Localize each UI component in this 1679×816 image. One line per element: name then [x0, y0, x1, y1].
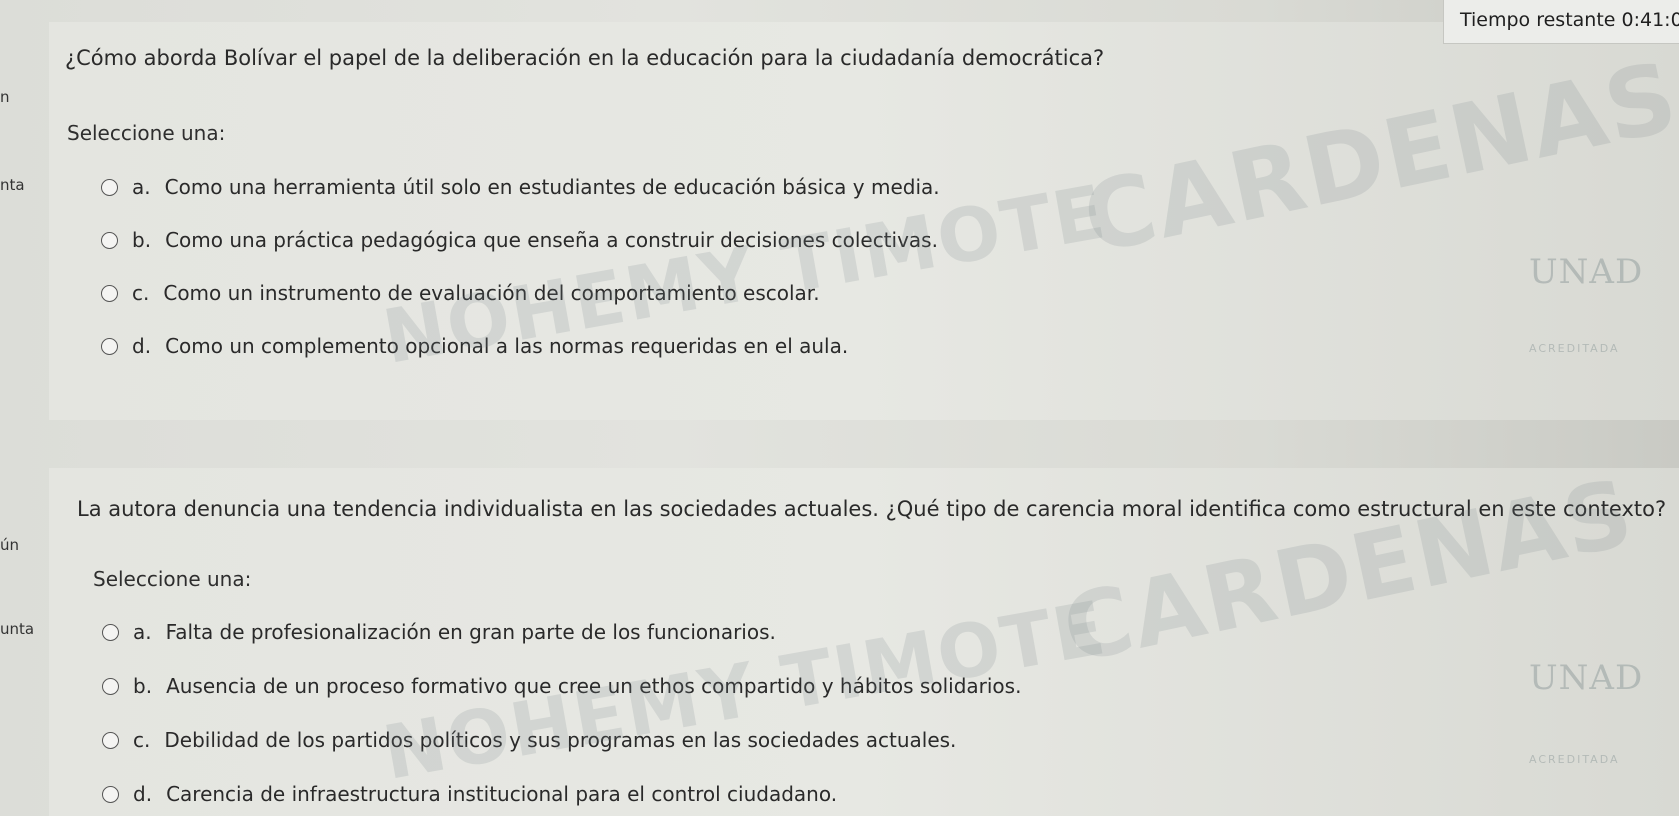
question-card-2: La autora denuncia una tendencia individ… [49, 468, 1679, 816]
option-d[interactable]: d. Como un complemento opcional a las no… [101, 334, 848, 358]
option-text: Debilidad de los partidos políticos y su… [164, 728, 957, 752]
option-letter: a. [133, 620, 152, 644]
option-letter: c. [132, 281, 150, 305]
option-text: Como un complemento opcional a las norma… [165, 334, 849, 358]
unad-logo: UNAD ACREDITADA [1529, 252, 1643, 355]
option-letter: b. [133, 674, 153, 698]
option-text: Ausencia de un proceso formativo que cre… [166, 674, 1022, 698]
question-card-1: ¿Cómo aborda Bolívar el papel de la deli… [49, 22, 1679, 420]
option-c[interactable]: c. Debilidad de los partidos políticos y… [102, 728, 956, 752]
radio-button[interactable] [101, 337, 118, 355]
option-text: Como una práctica pedagógica que enseña … [165, 228, 938, 252]
sidebar-fragment: ún [0, 536, 20, 554]
unad-logo-text: UNAD [1529, 252, 1644, 292]
question-text: La autora denuncia una tendencia individ… [77, 497, 1667, 521]
option-letter: c. [133, 728, 151, 752]
option-c[interactable]: c. Como un instrumento de evaluación del… [101, 281, 820, 305]
option-letter: b. [132, 228, 152, 252]
time-remaining: Tiempo restante 0:41:0 [1443, 0, 1679, 44]
radio-button[interactable] [101, 284, 118, 302]
option-b[interactable]: b. Como una práctica pedagógica que ense… [101, 228, 938, 252]
option-letter: a. [132, 175, 151, 199]
radio-button[interactable] [101, 231, 118, 249]
watermark-cardenas: CARDENAS [1073, 40, 1679, 276]
option-a[interactable]: a. Falta de profesionalización en gran p… [102, 620, 776, 644]
option-text: Falta de profesionalización en gran part… [165, 620, 776, 644]
sidebar-fragment: nta [0, 176, 25, 194]
quiz-page: n nta ún unta ¿Cómo aborda Bolívar el pa… [0, 0, 1679, 816]
option-letter: d. [132, 334, 152, 358]
select-one-label: Seleccione una: [67, 121, 226, 145]
select-one-label: Seleccione una: [93, 567, 252, 591]
radio-button[interactable] [102, 677, 119, 695]
option-text: Como una herramienta útil solo en estudi… [164, 175, 940, 199]
unad-accredited-text: ACREDITADA [1529, 753, 1620, 766]
option-text: Como un instrumento de evaluación del co… [163, 281, 820, 305]
option-d[interactable]: d. Carencia de infraestructura instituci… [102, 782, 837, 806]
option-text: Carencia de infraestructura instituciona… [166, 782, 838, 806]
radio-button[interactable] [101, 178, 118, 196]
option-letter: d. [133, 782, 153, 806]
question-text: ¿Cómo aborda Bolívar el papel de la deli… [65, 46, 1105, 70]
option-a[interactable]: a. Como una herramienta útil solo en est… [101, 175, 940, 199]
radio-button[interactable] [102, 623, 119, 641]
unad-logo-text: UNAD [1529, 658, 1644, 698]
unad-accredited-text: ACREDITADA [1529, 342, 1620, 355]
radio-button[interactable] [102, 785, 119, 803]
sidebar-fragment: unta [0, 620, 35, 638]
option-b[interactable]: b. Ausencia de un proceso formativo que … [102, 674, 1021, 698]
sidebar-fragment: n [0, 88, 10, 106]
radio-button[interactable] [102, 731, 119, 749]
unad-logo: UNAD ACREDITADA [1529, 658, 1643, 766]
time-remaining-label: Tiempo restante 0:41:0 [1460, 9, 1679, 31]
